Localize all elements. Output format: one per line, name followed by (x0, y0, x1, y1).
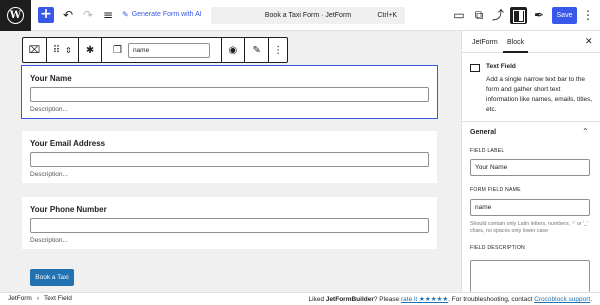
settings-sidebar-toggle-icon[interactable] (510, 7, 527, 24)
phone-input-preview (30, 218, 429, 233)
tab-jetform[interactable]: JetForm (472, 39, 498, 46)
breadcrumb-text-field[interactable]: Text Field (44, 295, 72, 302)
text-field-icon (470, 64, 480, 72)
field-name-help: Should contain only Latin letters, numbe… (470, 221, 588, 234)
field-label-input[interactable]: Your Name (470, 159, 590, 176)
form-field-name-label: FORM FIELD NAME (470, 187, 521, 193)
undo-icon[interactable]: ↶ (60, 7, 76, 23)
breadcrumb-separator: › (36, 295, 40, 302)
divider (462, 121, 600, 122)
save-button[interactable]: Save (552, 7, 577, 24)
sidebar-tabs: JetForm Block ✕ (462, 31, 600, 53)
document-overview-icon[interactable]: ≡ (100, 7, 116, 23)
name-input-preview (30, 87, 429, 102)
generate-form-ai-button[interactable]: ✎ Generate Form with AI (122, 10, 202, 19)
note-text: . For troubleshooting, contact (448, 296, 535, 303)
style-brush-icon[interactable]: ✎ (245, 38, 270, 62)
field-name-group: ❐ name (102, 38, 222, 62)
tab-block[interactable]: Block (502, 39, 529, 53)
support-link[interactable]: Crocoblock support (534, 296, 590, 303)
text-field-block-email[interactable]: Your Email Address Description... (22, 131, 437, 183)
field-label: Your Email Address (30, 139, 106, 148)
note-text: ? Please (373, 296, 401, 303)
styles-brush-icon[interactable]: ✒ (531, 7, 547, 23)
status-footer: JetForm › Text Field Liked JetFormBuilde… (0, 292, 600, 305)
panel-title-general[interactable]: General (470, 129, 496, 136)
breadcrumb-jetform[interactable]: JetForm (8, 295, 32, 302)
preview-device-icon[interactable]: ▭ (451, 7, 467, 23)
command-shortcut: Ctrl+K (377, 12, 397, 19)
redo-icon[interactable]: ↷ (80, 7, 96, 23)
block-description: Add a single narrow text bar to the form… (486, 76, 593, 113)
close-icon[interactable]: ✕ (585, 37, 593, 47)
breadcrumb: JetForm › Text Field (8, 295, 72, 302)
block-options-icon[interactable]: ⋮ (269, 38, 287, 62)
options-menu-icon[interactable]: ⋮ (580, 7, 596, 23)
generate-label: Generate Form with AI (131, 11, 202, 18)
email-input-preview (30, 152, 429, 167)
note-brand: JetFormBuilder (325, 296, 374, 303)
share-icon[interactable]: ⤴ (490, 7, 506, 23)
field-label-label: FIELD LABEL (470, 148, 505, 154)
editor-canvas: Your Name Description... Your Email Addr… (0, 31, 461, 292)
document-title-bar[interactable]: Book a Taxi Form · JetForm Ctrl+K (211, 7, 405, 24)
block-type-icon[interactable]: ⌧ (23, 38, 47, 62)
rate-link[interactable]: rate it ★★★★★ (401, 296, 448, 303)
wordpress-logo-icon[interactable]: W (0, 0, 31, 31)
field-description: Description... (30, 106, 68, 113)
rating-note: Liked JetFormBuilder? Please rate it ★★★… (308, 295, 592, 303)
visibility-eye-icon[interactable]: ◉ (222, 38, 246, 62)
field-description-label: FIELD DESCRIPTION (470, 245, 525, 251)
note-text: . (590, 296, 592, 303)
form-field-name-input[interactable]: name (470, 199, 590, 216)
field-description: Description... (30, 171, 68, 178)
block-mover[interactable]: ⠿ ⇕ (47, 38, 79, 62)
settings-sidebar: JetForm Block ✕ Text Field Add a single … (461, 31, 600, 292)
field-label: Your Name (30, 74, 72, 83)
field-description: Description... (30, 237, 68, 244)
view-post-icon[interactable]: ⧉ (471, 7, 487, 23)
chevron-up-icon[interactable]: ⌃ (582, 127, 589, 136)
book-a-taxi-button[interactable]: Book a Taxi (30, 269, 74, 286)
copy-icon[interactable]: ❐ (113, 45, 122, 56)
note-text: Liked (308, 296, 326, 303)
field-label: Your Phone Number (30, 205, 107, 214)
move-up-down-icon[interactable]: ⇕ (65, 46, 72, 55)
text-field-block-phone[interactable]: Your Phone Number Description... (22, 197, 437, 249)
block-title: Text Field (486, 63, 516, 70)
editor-top-bar: W + ↶ ↷ ≡ ✎ Generate Form with AI Book a… (0, 0, 600, 31)
document-title: Book a Taxi Form · JetForm (264, 12, 352, 19)
add-block-button[interactable]: + (38, 7, 54, 23)
text-field-block-name[interactable]: Your Name Description... (21, 65, 438, 119)
sparkle-icon: ✎ (122, 10, 129, 19)
field-description-textarea[interactable] (470, 260, 590, 292)
block-toolbar: ⌧ ⠿ ⇕ ✱ ❐ name ◉ ✎ ⋮ (22, 37, 288, 63)
drag-handle-icon[interactable]: ⠿ (53, 45, 60, 56)
field-name-input[interactable]: name (127, 42, 210, 58)
required-toggle-icon[interactable]: ✱ (79, 38, 103, 62)
